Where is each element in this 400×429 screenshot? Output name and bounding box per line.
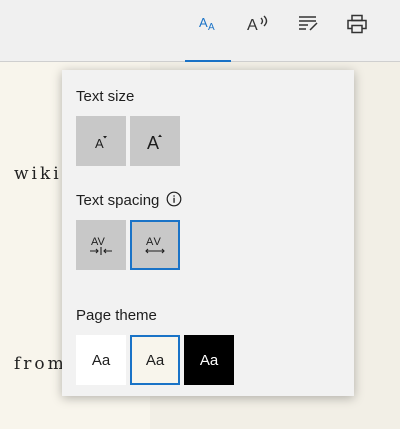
decrease-text-size-icon: A <box>95 136 107 151</box>
increase-text-size-icon: A <box>147 133 162 152</box>
read-aloud-button[interactable]: A <box>235 14 281 60</box>
text-options-panel: Text size A A Text spacing AV AV Page th… <box>62 70 354 396</box>
wide-spacing-button[interactable]: AV <box>130 220 180 270</box>
theme-dark-button[interactable]: Aa <box>184 335 234 385</box>
page-text-line: wiki <box>14 164 62 184</box>
reading-view-toolbar: A A A <box>0 0 400 62</box>
grammar-tools-button[interactable] <box>285 14 331 60</box>
svg-text:A: A <box>247 17 258 34</box>
info-icon[interactable] <box>166 191 182 211</box>
text-spacing-title: Text spacing <box>76 191 182 211</box>
wide-spacing-icon: AV <box>145 236 165 254</box>
narrow-spacing-icon: AV <box>90 236 112 255</box>
increase-text-size-button[interactable]: A <box>130 116 180 166</box>
svg-text:AV: AV <box>146 236 162 248</box>
text-options-icon: A A <box>199 15 215 32</box>
text-spacing-label: Text spacing <box>76 191 160 209</box>
text-size-title: Text size <box>76 88 135 105</box>
read-aloud-icon: A <box>247 15 268 34</box>
svg-text:AV: AV <box>91 236 106 248</box>
page-text-line: from <box>14 354 67 374</box>
narrow-spacing-button[interactable]: AV <box>76 220 126 270</box>
page-theme-title: Page theme <box>76 307 157 324</box>
print-button[interactable] <box>334 14 380 60</box>
print-icon <box>347 14 367 34</box>
svg-text:A: A <box>208 22 215 32</box>
svg-text:A: A <box>199 15 208 30</box>
decrease-text-size-button[interactable]: A <box>76 116 126 166</box>
more-button[interactable] <box>384 14 400 60</box>
grammar-tools-icon <box>299 16 318 31</box>
text-options-button[interactable]: A A <box>185 14 231 62</box>
theme-light-button[interactable]: Aa <box>76 335 126 385</box>
svg-text:A: A <box>147 133 159 152</box>
svg-text:A: A <box>95 136 104 151</box>
theme-sepia-button[interactable]: Aa <box>130 335 180 385</box>
